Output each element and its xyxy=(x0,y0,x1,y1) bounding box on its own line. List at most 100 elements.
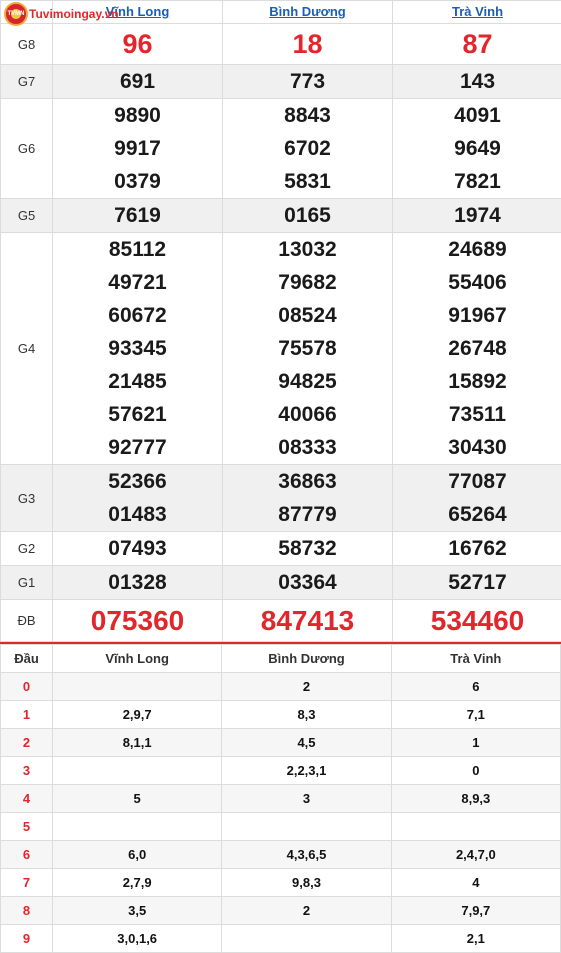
loto-row: 7 2,7,9 9,8,3 4 xyxy=(0,868,561,897)
prize-number: 9649 xyxy=(454,137,501,160)
prize-number: 6702 xyxy=(284,137,331,160)
prize-cell: 773 xyxy=(222,64,393,99)
prize-cell: 075360 xyxy=(52,599,223,642)
loto-digit: 1 xyxy=(0,700,53,729)
prize-number: 01483 xyxy=(108,503,167,526)
prize-number: 534460 xyxy=(430,605,525,636)
prize-number: 08333 xyxy=(278,436,337,459)
prize-cell: 0165 xyxy=(222,198,393,233)
loto-tail-values xyxy=(51,812,223,841)
header-cell: Bình Dương xyxy=(222,0,393,24)
loto-head-label: Đầu xyxy=(0,644,53,673)
prize-number: 21485 xyxy=(108,370,167,393)
prize-number: 8843 xyxy=(284,104,331,127)
prize-number: 143 xyxy=(459,70,496,93)
logo-text: Tuvimoingay.vn xyxy=(29,7,119,21)
prize-label: G7 xyxy=(0,64,53,99)
prize-number: 7619 xyxy=(114,204,161,227)
prize-label: G1 xyxy=(0,565,53,600)
prize-number: 1974 xyxy=(454,204,501,227)
prize-number: 75578 xyxy=(278,337,337,360)
prize-cell: 85112 49721 60672 93345 21485 57621 92777 xyxy=(52,232,223,465)
prize-cell: 52717 xyxy=(392,565,561,600)
prize-number: 0165 xyxy=(284,204,331,227)
prize-cell: 18 xyxy=(222,23,393,65)
prize-cell: 1974 xyxy=(392,198,561,233)
province-link[interactable]: Bình Dương xyxy=(269,4,345,19)
loto-tail-values: 2,4,7,0 xyxy=(390,840,561,869)
loto-digit: 5 xyxy=(0,812,53,841)
loto-column-header: Vĩnh Long xyxy=(51,644,223,673)
loto-tail-values: 3,5 xyxy=(51,896,223,925)
loto-tail-values: 9,8,3 xyxy=(221,868,392,897)
loto-tail-values: 1 xyxy=(390,728,561,757)
loto-tail-values: 2 xyxy=(221,672,392,701)
loto-tail-values: 2,2,3,1 xyxy=(221,756,392,785)
prize-row: G1 01328 03364 52717 xyxy=(0,565,561,600)
prize-label: G2 xyxy=(0,531,53,566)
prize-number: 4091 xyxy=(454,104,501,127)
prize-number: 773 xyxy=(289,70,326,93)
loto-tail-values: 4,5 xyxy=(221,728,392,757)
prize-number: 77087 xyxy=(448,470,507,493)
prize-row: G5 7619 0165 1974 xyxy=(0,198,561,233)
loto-tail-values: 8,3 xyxy=(221,700,392,729)
loto-digit: 2 xyxy=(0,728,53,757)
loto-digit: 3 xyxy=(0,756,53,785)
prize-number: 65264 xyxy=(448,503,507,526)
prize-number: 01328 xyxy=(108,571,167,594)
results-table: Vĩnh Long Bình Dương Trà Vinh G8 96 18 87 G7 691… xyxy=(0,0,561,642)
loto-tail-values: 6,0 xyxy=(51,840,223,869)
prize-label: G8 xyxy=(0,23,53,65)
site-logo[interactable]: TVMN Tuvimoingay.vn xyxy=(4,2,119,26)
loto-tail-values: 2,7,9 xyxy=(51,868,223,897)
loto-digit: 9 xyxy=(0,924,53,953)
prize-number: 85112 xyxy=(108,238,167,261)
prize-number: 96 xyxy=(122,29,153,59)
loto-tail-values: 4,3,6,5 xyxy=(221,840,392,869)
prize-number: 13032 xyxy=(278,238,337,261)
prize-number: 60672 xyxy=(108,304,167,327)
loto-column-header: Bình Dương xyxy=(221,644,392,673)
prize-number: 075360 xyxy=(90,605,185,636)
province-link[interactable]: Trà Vinh xyxy=(452,4,503,19)
prize-number: 87779 xyxy=(278,503,337,526)
prize-row: G2 07493 58732 16762 xyxy=(0,531,561,566)
prize-number: 30430 xyxy=(448,436,507,459)
prize-row: G6 9890 9917 0379 8843 6702 5831 4091 9649 7821 xyxy=(0,98,561,199)
prize-cell: 58732 xyxy=(222,531,393,566)
loto-tail-values: 0 xyxy=(390,756,561,785)
prize-row: G4 85112 49721 60672 93345 21485 57621 92777 130… xyxy=(0,232,561,465)
prize-number: 9890 xyxy=(114,104,161,127)
loto-row: 6 6,0 4,3,6,5 2,4,7,0 xyxy=(0,840,561,869)
loto-row: 3 2,2,3,1 0 xyxy=(0,756,561,785)
loto-row: 1 2,9,7 8,3 7,1 xyxy=(0,700,561,729)
loto-column-header: Trà Vinh xyxy=(390,644,561,673)
prize-cell: 847413 xyxy=(222,599,393,642)
prize-number: 58732 xyxy=(278,537,337,560)
prize-number: 36863 xyxy=(278,470,337,493)
prize-number: 15892 xyxy=(448,370,507,393)
loto-row: 0 26 xyxy=(0,672,561,701)
prize-label: G6 xyxy=(0,98,53,199)
prize-row: G8 96 18 87 xyxy=(0,23,561,65)
loto-tail-values: 8,9,3 xyxy=(390,784,561,813)
loto-tail-values xyxy=(51,756,223,785)
loto-digit: 8 xyxy=(0,896,53,925)
prize-number: 03364 xyxy=(278,571,337,594)
prize-cell: 77087 65264 xyxy=(392,464,561,532)
prize-cell: 691 xyxy=(52,64,223,99)
prize-cell: 01328 xyxy=(52,565,223,600)
prize-number: 07493 xyxy=(108,537,167,560)
prize-row: ĐB 075360 847413 534460 xyxy=(0,599,561,642)
prize-number: 5831 xyxy=(284,170,331,193)
loto-digit: 6 xyxy=(0,840,53,869)
prize-cell: 8843 6702 5831 xyxy=(222,98,393,199)
prize-label: G5 xyxy=(0,198,53,233)
loto-row: 8 3,5 2 7,9,7 xyxy=(0,896,561,925)
prize-cell: 4091 9649 7821 xyxy=(392,98,561,199)
prize-number: 55406 xyxy=(448,271,507,294)
prize-number: 0379 xyxy=(114,170,161,193)
prize-row: G7 691 773 143 xyxy=(0,64,561,99)
prize-cell: 13032 79682 08524 75578 94825 40066 08333 xyxy=(222,232,393,465)
